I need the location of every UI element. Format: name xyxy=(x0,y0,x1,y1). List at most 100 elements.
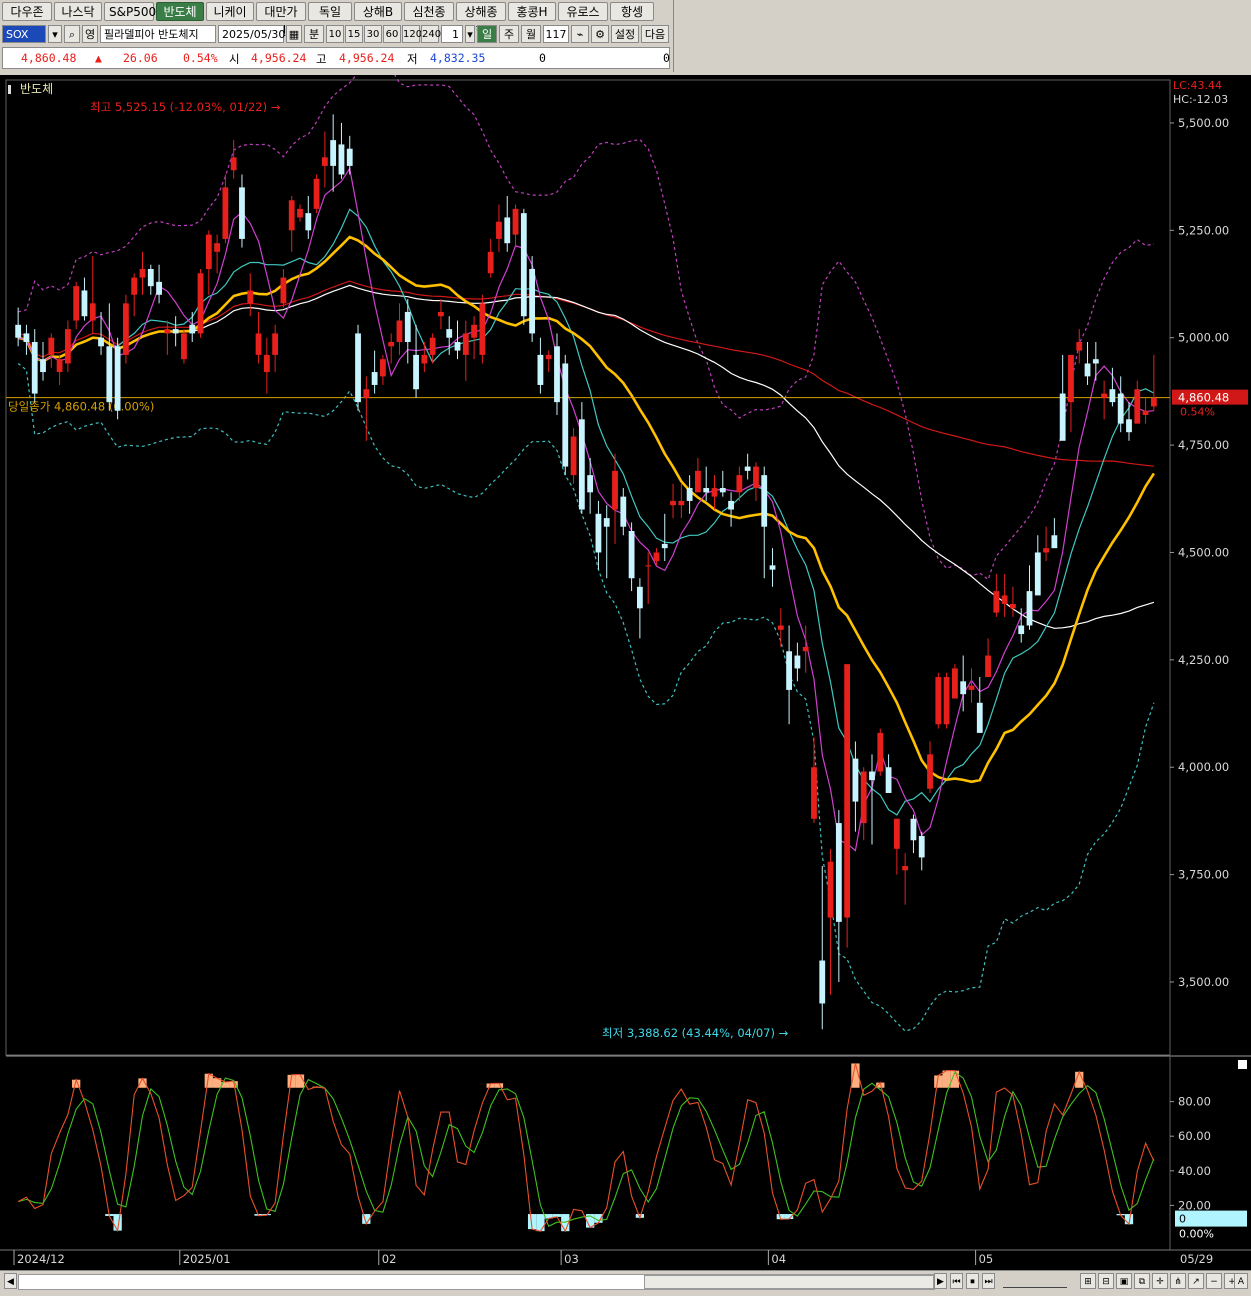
zoom-slider[interactable] xyxy=(1003,1275,1067,1288)
search-icon[interactable]: ⌕ xyxy=(64,25,80,43)
index-tab[interactable]: 상해종합 xyxy=(456,2,506,38)
index-tab[interactable]: 심천종합 xyxy=(404,2,454,38)
symbol-input[interactable]: SOX xyxy=(2,25,46,43)
period-button[interactable]: 240 xyxy=(421,25,441,43)
candle-body xyxy=(272,333,279,355)
candle-body xyxy=(1051,535,1058,549)
scroll-thumb[interactable] xyxy=(644,1275,934,1289)
chart-type-icon[interactable]: ⌁ xyxy=(571,25,589,43)
settings-button[interactable]: 설정 xyxy=(611,25,639,43)
candle-body xyxy=(537,354,544,385)
remove-icon[interactable]: − xyxy=(1206,1273,1222,1289)
index-tab[interactable]: 반도체 xyxy=(156,2,204,21)
candle-body xyxy=(1059,393,1066,441)
date-input[interactable]: 2025/05/30 xyxy=(218,25,285,43)
index-tab[interactable]: 항셍 xyxy=(610,2,654,21)
x-tick-label: 04 xyxy=(771,1252,786,1266)
minute-button[interactable]: 분 xyxy=(304,25,324,43)
first-icon[interactable]: ⏮ xyxy=(950,1273,963,1289)
ma60-line xyxy=(17,284,1155,629)
pin-icon[interactable]: ⋔ xyxy=(1170,1273,1186,1289)
bar-count-input[interactable]: 117 xyxy=(543,25,569,43)
gear-icon[interactable]: ⚙ xyxy=(591,25,609,43)
price-chart[interactable]: 5,500.00 5,250.00 5,000.00 4,750.00 4,500.00… xyxy=(0,60,1251,1270)
candle-body xyxy=(413,354,419,390)
candle-body xyxy=(802,646,809,652)
month-button[interactable]: 월 xyxy=(521,25,541,43)
index-tab[interactable]: 다우존스 xyxy=(2,2,52,38)
candle-body xyxy=(471,324,477,338)
scroll-left-icon[interactable]: ◀ xyxy=(4,1273,17,1289)
symbol-name: 필라델피아 반도체지 xyxy=(100,25,216,43)
index-tab[interactable]: S&P500 xyxy=(104,2,156,21)
dropdown-icon[interactable]: ▾ xyxy=(48,25,62,43)
candle-body xyxy=(1109,389,1116,403)
osc-tag-label: 0 xyxy=(1179,1213,1186,1226)
fit-icon[interactable]: ▣ xyxy=(1116,1273,1132,1289)
calendar-icon[interactable]: ▦ xyxy=(286,25,302,43)
index-tab[interactable]: 홍콩H xyxy=(508,2,556,21)
candle-body xyxy=(139,268,146,278)
period-button[interactable]: 10 xyxy=(326,25,344,43)
candle-body xyxy=(1092,359,1099,364)
candle-body xyxy=(719,488,726,493)
candle-body xyxy=(554,346,560,403)
spin-icon[interactable]: ▾ xyxy=(465,25,475,43)
candle-body xyxy=(1001,595,1008,605)
stop-icon[interactable]: ⏹ xyxy=(966,1273,979,1289)
candle-body xyxy=(877,732,884,772)
index-tab[interactable]: 나스닥 xyxy=(54,2,102,21)
ma20-line xyxy=(17,235,1155,784)
scroll-track[interactable] xyxy=(18,1274,935,1290)
candle-body xyxy=(454,342,461,351)
top-toolbar: 다우존스나스닥S&P500반도체니케이대만가권독일상해B심천종합상해종합홍콩H유… xyxy=(0,0,674,72)
index-tab[interactable]: 유로스톡 xyxy=(558,2,608,38)
close-price-label: 당일종가 4,860.48 (0.00%) xyxy=(8,400,154,414)
candle-body xyxy=(612,470,618,510)
candle-body xyxy=(960,681,967,695)
copy-icon[interactable]: ⧉ xyxy=(1134,1273,1150,1289)
candle-body xyxy=(811,767,817,819)
chart-area[interactable]: 5,500.00 5,250.00 5,000.00 4,750.00 4,500.00… xyxy=(0,60,1251,1270)
index-tab[interactable]: 독일 xyxy=(308,2,352,21)
candle-body xyxy=(288,200,295,231)
candle-body xyxy=(968,685,975,690)
candle-body xyxy=(529,268,536,334)
week-button[interactable]: 주 xyxy=(499,25,519,43)
text-tool-icon[interactable]: A xyxy=(1234,1273,1248,1289)
zoom-out-icon[interactable]: ⊟ xyxy=(1098,1273,1114,1289)
candle-body xyxy=(1142,410,1149,416)
candle-body xyxy=(147,268,154,287)
volume-2: 0 xyxy=(663,51,670,65)
candle-body xyxy=(81,290,88,317)
zoom-icon[interactable]: ⊞ xyxy=(1080,1273,1096,1289)
candle-body xyxy=(363,389,370,398)
period-button[interactable]: 60 xyxy=(383,25,401,43)
period-button[interactable]: 120 xyxy=(402,25,422,43)
candle-body xyxy=(852,758,859,802)
count-input[interactable]: 1 xyxy=(441,25,463,43)
index-tab[interactable]: 대만가권 xyxy=(256,2,306,38)
period-button[interactable]: 15 xyxy=(345,25,363,43)
ma10-line xyxy=(17,208,1155,816)
arrow-icon[interactable]: ↗ xyxy=(1188,1273,1204,1289)
candle-body xyxy=(703,488,710,493)
candle-body xyxy=(1018,625,1025,635)
candle-body xyxy=(48,337,55,355)
candle-body xyxy=(711,488,718,497)
day-button[interactable]: 일 xyxy=(477,25,497,43)
index-tab[interactable]: 상해B xyxy=(354,2,402,21)
candle-body xyxy=(346,148,353,166)
candle-body xyxy=(330,140,337,166)
lc-label: LC:43.44 xyxy=(1173,79,1222,92)
candle-body xyxy=(860,771,867,824)
candle-body xyxy=(728,500,734,510)
candle-body xyxy=(197,273,204,334)
scroll-right-icon[interactable]: ▶ xyxy=(934,1273,947,1289)
next-button[interactable]: 다음 xyxy=(641,25,669,43)
korean-toggle[interactable]: 영 xyxy=(82,25,98,43)
last-icon[interactable]: ⏭ xyxy=(982,1273,995,1289)
period-button[interactable]: 30 xyxy=(364,25,382,43)
crosshair-icon[interactable]: ✛ xyxy=(1152,1273,1168,1289)
index-tab[interactable]: 니케이 xyxy=(206,2,254,21)
